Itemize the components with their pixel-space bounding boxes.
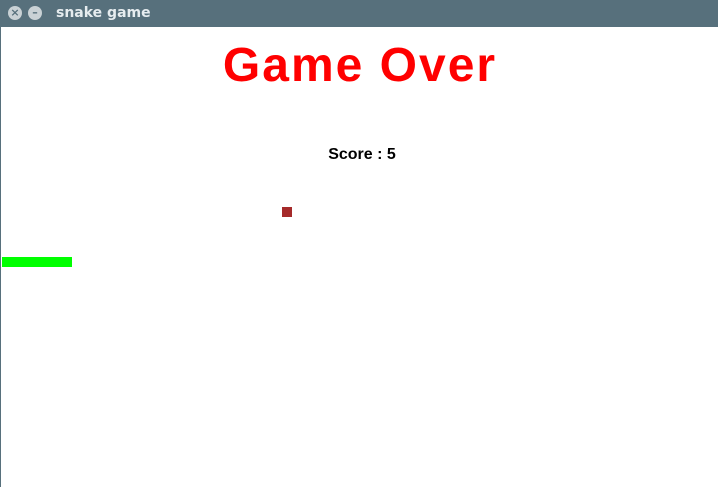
snake-body — [2, 257, 72, 267]
game-over-text: Game Over — [222, 39, 498, 92]
window-titlebar[interactable]: × – snake game — [0, 0, 718, 27]
window-title: snake game — [56, 5, 151, 21]
minimize-icon[interactable]: – — [28, 6, 42, 20]
close-icon[interactable]: × — [8, 6, 22, 20]
food-item — [282, 207, 292, 217]
score-text: Score : 5 — [328, 146, 396, 163]
game-canvas[interactable]: Game Over Score : 5 — [0, 27, 718, 487]
game-window: × – snake game Game Over Score : 5 — [0, 0, 718, 487]
